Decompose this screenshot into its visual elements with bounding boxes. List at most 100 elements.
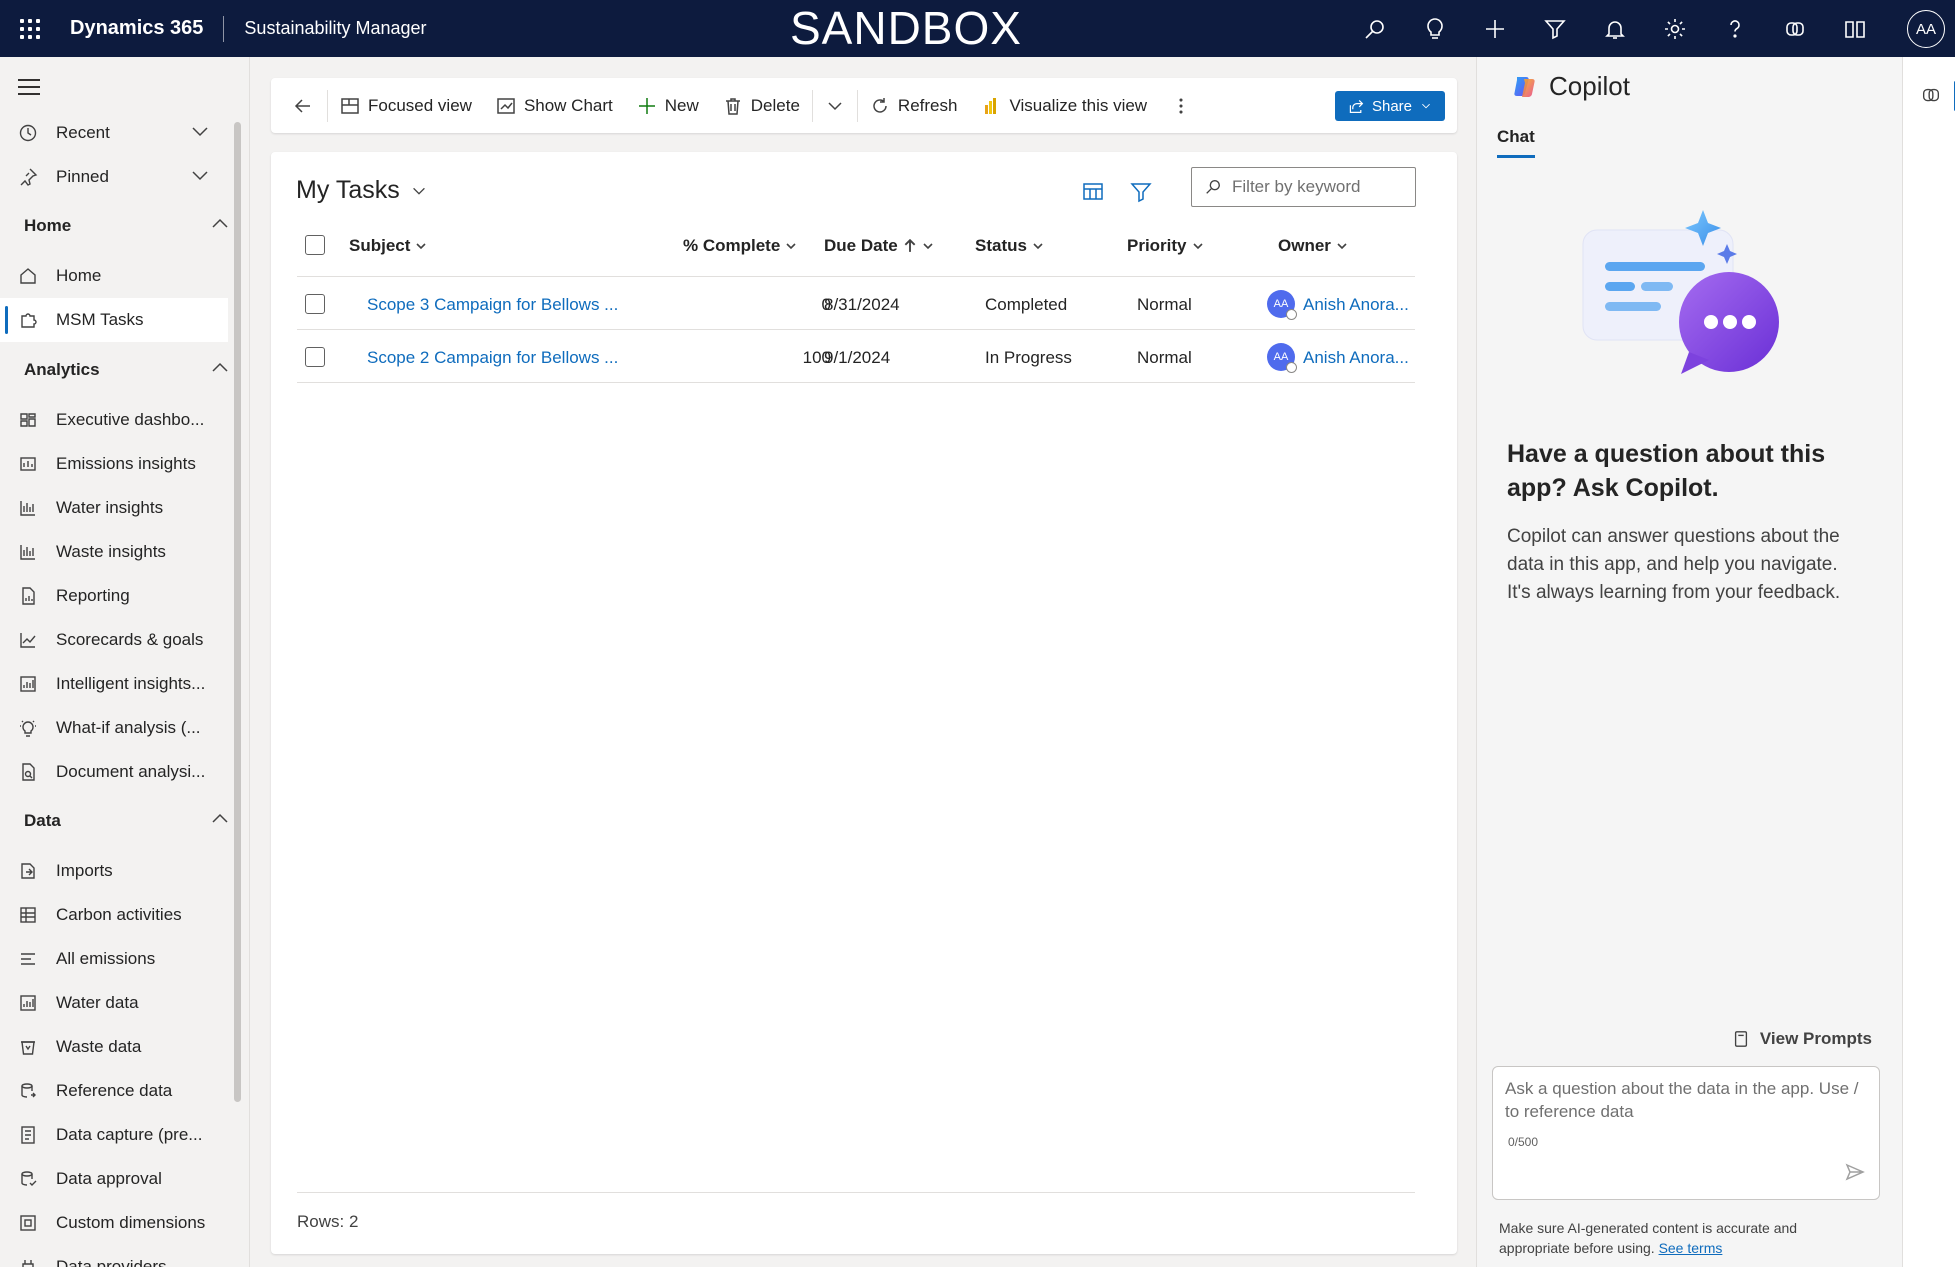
hamburger-icon[interactable] [18, 79, 40, 100]
focused-view-button[interactable]: Focused view [328, 78, 484, 133]
waffle-icon [20, 18, 40, 39]
row-checkbox[interactable] [305, 294, 325, 314]
nav-item-document-analysis[interactable]: Document analysi... [0, 750, 228, 794]
nav-section-analytics[interactable]: Analytics [24, 360, 228, 380]
nav-item-what-if-analysis[interactable]: What-if analysis (... [0, 706, 228, 750]
nav-item-reference-data[interactable]: Reference data [0, 1069, 228, 1113]
search-icon[interactable] [1345, 0, 1405, 57]
home-icon [0, 266, 56, 286]
footer-divider [297, 1192, 1415, 1193]
show-chart-button[interactable]: Show Chart [484, 78, 625, 133]
row-checkbox[interactable] [305, 347, 325, 367]
nav-item-intelligent-insights[interactable]: Intelligent insights... [0, 662, 228, 706]
nav-section-data-title: Data [24, 811, 61, 830]
send-icon[interactable] [1845, 1162, 1865, 1187]
column-header-priority[interactable]: Priority [1127, 220, 1204, 272]
nav-item-label: Document analysi... [56, 762, 206, 781]
copilot-icon[interactable] [1765, 0, 1825, 57]
tab-chat[interactable]: Chat [1497, 127, 1535, 158]
subject-link[interactable]: Scope 2 Campaign for Bellows ... [367, 348, 618, 368]
filter-icon[interactable] [1129, 180, 1153, 209]
nav-item-data-capture[interactable]: Data capture (pre... [0, 1113, 228, 1157]
nav-item-msm-tasks[interactable]: MSM Tasks [0, 298, 228, 342]
copilot-chat-input-box[interactable]: 0/500 [1492, 1066, 1880, 1200]
nav-item-imports[interactable]: Imports [0, 849, 228, 893]
nav-item-water-insights[interactable]: Water insights [0, 486, 228, 530]
refresh-label: Refresh [897, 95, 958, 115]
book-icon[interactable] [1825, 0, 1885, 57]
filter-icon[interactable] [1525, 0, 1585, 57]
status-cell: Completed [985, 295, 1068, 314]
owner-link[interactable]: Anish Anora... [1303, 295, 1409, 315]
view-selector[interactable]: My Tasks [296, 176, 428, 205]
nav-item-label: What-if analysis (... [56, 718, 201, 737]
share-label: Share [1371, 97, 1413, 115]
help-icon[interactable] [1705, 0, 1765, 57]
nav-item-data-providers[interactable]: Data providers [0, 1245, 228, 1267]
nav-recent[interactable]: Recent [0, 111, 228, 155]
nav-section-data[interactable]: Data [24, 811, 228, 831]
more-commands-dropdown[interactable] [813, 78, 857, 133]
nav-item-data-approval[interactable]: Data approval [0, 1157, 228, 1201]
copilot-header: Copilot [1511, 71, 1630, 102]
column-header-label: Status [975, 236, 1027, 255]
refresh-icon [873, 97, 887, 113]
nav-item-label: Custom dimensions [56, 1213, 206, 1232]
new-label: New [664, 95, 699, 115]
column-header-subject[interactable]: Subject [349, 220, 427, 272]
bell-icon[interactable] [1585, 0, 1645, 57]
chart-icon [0, 454, 56, 474]
nav-section-home[interactable]: Home [24, 216, 228, 236]
app-launcher-button[interactable] [0, 0, 60, 57]
app-name[interactable]: Sustainability Manager [224, 18, 426, 39]
nav-item-home[interactable]: Home [0, 254, 228, 298]
nav-item-label: Emissions insights [56, 454, 196, 473]
subject-link[interactable]: Scope 3 Campaign for Bellows ... [367, 295, 618, 315]
chevron-down-icon [190, 121, 210, 146]
column-header-due-date[interactable]: Due Date [824, 220, 934, 272]
column-header-percent-complete[interactable]: % Complete [683, 220, 797, 272]
chevron-down-icon [190, 165, 210, 190]
data-chart-icon [0, 993, 56, 1013]
add-icon[interactable] [1465, 0, 1525, 57]
nav-item-scorecards-goals[interactable]: Scorecards & goals [0, 618, 228, 662]
share-button[interactable]: Share [1335, 91, 1445, 121]
nav-item-executive-dashboard[interactable]: Executive dashbo... [0, 398, 228, 442]
owner-link[interactable]: Anish Anora... [1303, 348, 1409, 368]
nav-item-all-emissions[interactable]: All emissions [0, 937, 228, 981]
settings-icon[interactable] [1645, 0, 1705, 57]
nav-item-carbon-activities[interactable]: Carbon activities [0, 893, 228, 937]
view-prompts-button[interactable]: View Prompts [1732, 1029, 1872, 1049]
filter-by-keyword-input[interactable]: Filter by keyword [1191, 167, 1416, 207]
nav-item-custom-dimensions[interactable]: Custom dimensions [0, 1201, 228, 1245]
select-all-checkbox[interactable] [305, 235, 325, 255]
visualize-view-button[interactable]: Visualize this view [969, 78, 1159, 133]
delete-button[interactable]: Delete [711, 78, 812, 133]
back-button[interactable] [271, 78, 327, 133]
nav-pinned[interactable]: Pinned [0, 155, 228, 199]
nav-item-water-data[interactable]: Water data [0, 981, 228, 1025]
user-avatar[interactable]: AA [1907, 10, 1945, 48]
copilot-rail-button[interactable] [1911, 75, 1955, 115]
edit-columns-icon[interactable] [1081, 180, 1105, 209]
column-header-status[interactable]: Status [975, 220, 1044, 272]
lightbulb-icon[interactable] [1405, 0, 1465, 57]
prompts-icon [1734, 1031, 1747, 1047]
see-terms-link[interactable]: See terms [1659, 1240, 1723, 1256]
new-button[interactable]: New [625, 78, 711, 133]
overflow-menu-button[interactable] [1159, 78, 1203, 133]
nav-item-reporting[interactable]: Reporting [0, 574, 228, 618]
copilot-logo-icon [1511, 73, 1539, 101]
view-prompts-label: View Prompts [1759, 1029, 1872, 1048]
nav-item-emissions-insights[interactable]: Emissions insights [0, 442, 228, 486]
nav-item-waste-data[interactable]: Waste data [0, 1025, 228, 1069]
nav-scrollbar[interactable] [234, 122, 241, 1102]
nav-item-waste-insights[interactable]: Waste insights [0, 530, 228, 574]
nav-item-label: MSM Tasks [56, 310, 144, 329]
brand-name[interactable]: Dynamics 365 [60, 17, 223, 40]
column-header-owner[interactable]: Owner [1278, 220, 1348, 272]
approval-icon [0, 1169, 56, 1189]
copilot-chat-input[interactable] [1505, 1077, 1867, 1127]
status-cell: In Progress [985, 348, 1072, 367]
refresh-button[interactable]: Refresh [858, 78, 970, 133]
